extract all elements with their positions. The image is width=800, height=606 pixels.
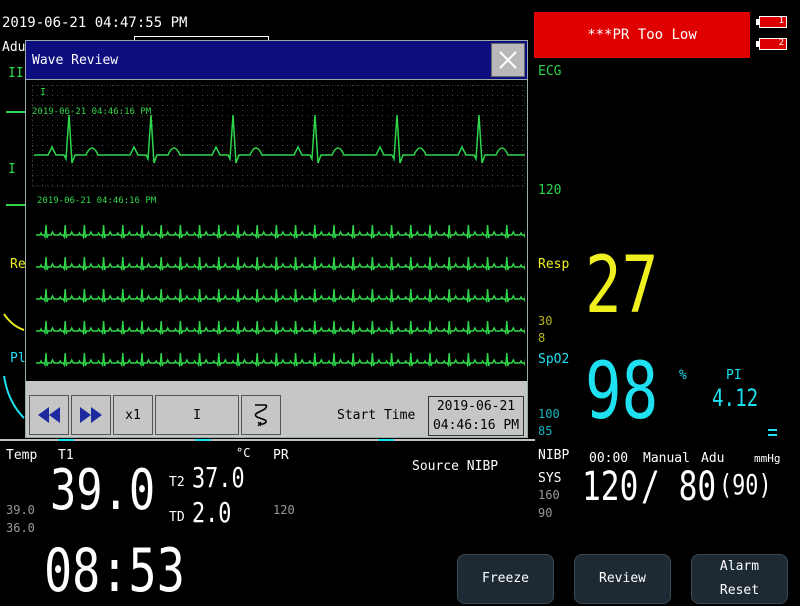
- freeze-button[interactable]: Freeze: [457, 554, 554, 604]
- battery-1-icon: 1: [756, 16, 787, 28]
- dialog-title: Wave Review: [32, 53, 119, 68]
- clock: 08:53: [44, 536, 185, 606]
- waveform-row: [36, 320, 525, 336]
- full-disclosure-strip: [32, 85, 525, 187]
- pi-value: 4.12: [712, 384, 759, 412]
- waveform-rows: [36, 224, 525, 368]
- td-value: 2.0: [192, 496, 232, 529]
- ecg-label: ECG: [538, 64, 562, 79]
- close-button[interactable]: [491, 43, 525, 77]
- rewind-icon: [38, 407, 60, 423]
- close-icon: [499, 51, 517, 69]
- nibp-lower-limit: 90: [538, 506, 553, 520]
- waveform-row: [36, 224, 525, 240]
- alarm-reset-line2: Reset: [719, 583, 760, 598]
- nibp-upper-limit: 160: [538, 488, 560, 502]
- perfusion-bar-icon-2: [768, 434, 777, 436]
- temp-label: Temp: [6, 448, 38, 463]
- nibp-sys-value: 120: [582, 464, 639, 510]
- alarm-reset-line1: Alarm: [719, 559, 760, 574]
- top-timestamp: 2019-06-21 04:46:16 PM: [32, 107, 152, 117]
- ecg-wave-fragment: [6, 111, 26, 113]
- start-time: 04:46:16 PM: [432, 418, 520, 433]
- t2-label: T2: [169, 475, 185, 490]
- pleth-wave-fragment: [3, 375, 25, 419]
- temp-unit: °C: [236, 446, 251, 460]
- resp-value: 27: [585, 241, 659, 331]
- resp-wave-label: Re: [10, 257, 26, 272]
- divider-mark: [195, 439, 211, 441]
- fast-forward-button[interactable]: [71, 395, 111, 435]
- t1-value: 39.0: [50, 458, 156, 523]
- trace-label: I: [40, 87, 47, 98]
- spo2-unit: %: [679, 368, 687, 383]
- pleth-wave-label: Pl: [10, 351, 26, 366]
- nibp-map-value: (90): [719, 468, 772, 501]
- speed-button[interactable]: x1: [113, 395, 153, 435]
- waveform-row: [36, 256, 525, 272]
- waveform-row: [36, 288, 525, 304]
- pr-source: Source NIBP: [412, 459, 499, 474]
- wave-scale-icon: [254, 404, 268, 427]
- temp-upper-limit: 39.0: [6, 503, 35, 517]
- start-date: 2019-06-21: [436, 399, 516, 414]
- nibp-label: NIBP: [538, 448, 570, 463]
- section-divider: [0, 439, 535, 441]
- pr-label: PR: [273, 448, 289, 463]
- fast-forward-icon: [80, 407, 102, 423]
- resp-lower-limit: 8: [538, 331, 546, 345]
- dialog-title-bar: Wave Review: [26, 41, 527, 80]
- rewind-button[interactable]: [29, 395, 69, 435]
- start-time-field[interactable]: 2019-06-21 04:46:16 PM: [428, 396, 524, 436]
- battery-2-icon: 2: [756, 38, 787, 50]
- alarm-reset-button[interactable]: Alarm Reset: [691, 554, 788, 604]
- patient-type: Adu: [2, 40, 26, 55]
- alarm-banner[interactable]: ***PR Too Low: [534, 12, 750, 58]
- spo2-lower-limit: 85: [538, 424, 553, 438]
- t2-value: 37.0: [192, 461, 245, 494]
- wave-scale-button[interactable]: [241, 395, 281, 435]
- datetime: 2019-06-21 04:47:55 PM: [2, 15, 188, 31]
- divider-mark: [378, 439, 394, 441]
- wave-review-dialog: Wave Review I 2019-06-21 04:46:16 PM 201…: [25, 40, 528, 438]
- pi-label: PI: [726, 368, 742, 383]
- spo2-label: SpO2: [538, 352, 570, 367]
- bottom-timestamp: 2019-06-21 04:46:16 PM: [37, 196, 157, 206]
- waveform-row: [36, 352, 525, 368]
- td-label: TD: [169, 510, 185, 525]
- start-time-label: Start Time: [337, 408, 416, 423]
- review-button[interactable]: Review: [574, 554, 671, 604]
- resp-wave-fragment: [3, 313, 25, 331]
- nibp-unit: mmHg: [754, 452, 781, 465]
- pr-upper-limit: 120: [273, 503, 295, 517]
- lead-i-label: I: [8, 162, 16, 177]
- ecg-upper-limit: 120: [538, 183, 562, 198]
- resp-upper-limit: 30: [538, 314, 553, 328]
- temp-lower-limit: 36.0: [6, 521, 35, 535]
- spo2-upper-limit: 100: [538, 407, 560, 421]
- lead-ii-label: II: [8, 66, 24, 81]
- spo2-value: 98: [585, 347, 659, 437]
- ecg-wave-fragment-2: [6, 204, 26, 206]
- review-toolbar: x1 I Start Time 2019-06-21 04:46:16 PM: [26, 381, 527, 437]
- perfusion-bar-icon: [768, 429, 777, 431]
- resp-label: Resp: [538, 257, 570, 272]
- lead-select[interactable]: I: [155, 395, 239, 435]
- nibp-dia-value: / 80: [641, 464, 717, 510]
- divider-mark: [58, 439, 74, 441]
- sys-label: SYS: [538, 471, 562, 486]
